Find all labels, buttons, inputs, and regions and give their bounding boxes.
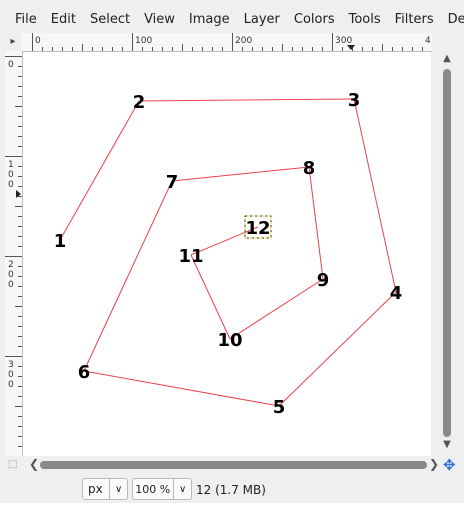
path-segment-7-8: [171, 166, 310, 182]
path-segment-2-3: [138, 98, 355, 102]
horizontal-ruler-ticks: 0 100 200 300 4: [32, 33, 431, 51]
menu-layer[interactable]: Layer: [237, 12, 287, 27]
menu-tools[interactable]: Tools: [342, 12, 388, 27]
point-label-2: 2: [133, 92, 146, 113]
status-info: 12 (1.7 MB): [196, 483, 266, 497]
unit-selector[interactable]: px ∨: [82, 478, 128, 500]
vertical-ruler[interactable]: 0 100 200 300: [5, 51, 23, 456]
zoom-value[interactable]: 100 %: [133, 483, 173, 496]
scroll-right-icon[interactable]: ❯: [428, 457, 440, 471]
scroll-left-icon[interactable]: ❮: [28, 457, 40, 471]
menu-filters[interactable]: Filters: [388, 12, 441, 27]
vruler-label-300: 300: [8, 360, 14, 390]
path-segment-3-4: [353, 98, 397, 293]
path-segment-10-11: [190, 254, 231, 340]
horizontal-scrollbar[interactable]: ❮ ❯: [28, 457, 440, 473]
horizontal-scroll-thumb[interactable]: [40, 461, 427, 469]
image-menu-button[interactable]: ▸: [5, 33, 21, 49]
menu-select[interactable]: Select: [83, 12, 137, 27]
menu-colors[interactable]: Colors: [287, 12, 342, 27]
hruler-label-200: 200: [235, 36, 252, 46]
menu-file[interactable]: File: [8, 12, 44, 27]
path-segment-4-5: [278, 291, 397, 407]
path-segment-8-9: [308, 166, 324, 280]
point-label-8: 8: [303, 158, 316, 179]
point-label-9: 9: [317, 270, 330, 291]
vertical-scrollbar[interactable]: ▲ ▼: [437, 53, 455, 452]
menu-debug[interactable]: Debug: [441, 12, 464, 27]
path-segment-6-7: [83, 180, 173, 372]
chevron-down-icon[interactable]: ∨: [109, 479, 127, 499]
point-label-7: 7: [166, 172, 179, 193]
hruler-label-300: 300: [335, 36, 352, 46]
quick-mask-toggle-icon[interactable]: ⬚: [8, 459, 17, 470]
vruler-label-0: 0: [8, 60, 14, 70]
point-label-11: 11: [178, 246, 203, 267]
vruler-label-200: 200: [8, 260, 14, 290]
point-label-6: 6: [78, 362, 91, 383]
canvas-drawing[interactable]: 12 3456789101112: [23, 52, 431, 456]
point-label-10: 10: [217, 330, 242, 351]
hruler-label-100: 100: [135, 36, 152, 46]
menu-edit[interactable]: Edit: [44, 12, 83, 27]
menu-arrow-icon: ▸: [10, 35, 16, 47]
hruler-label-400: 4: [425, 36, 431, 46]
vertical-scroll-thumb[interactable]: [443, 69, 451, 437]
point-label-12: 12: [245, 218, 270, 239]
scroll-up-icon[interactable]: ▲: [440, 53, 454, 65]
point-label-5: 5: [273, 397, 286, 418]
point-label-3: 3: [348, 90, 361, 111]
statusbar: px ∨ 100 % ∨ 12 (1.7 MB): [0, 474, 464, 504]
statusbar-bottom-edge: [0, 503, 464, 509]
point-label-4: 4: [390, 283, 403, 304]
hruler-pointer-icon: [347, 45, 355, 50]
path-segment-5-6: [83, 370, 280, 407]
zoom-selector[interactable]: 100 % ∨: [132, 478, 192, 500]
vruler-label-100: 100: [8, 160, 14, 190]
vertical-ruler-ticks: 0 1 0 0 2 0 0 3 0 0: [5, 56, 22, 447]
image-canvas[interactable]: 1 2 3 4 5 6 7 8 9 10 11 12: [23, 52, 431, 456]
navigate-icon[interactable]: ✥: [443, 456, 456, 474]
path-segment-9-10: [229, 278, 324, 340]
menu-image[interactable]: Image: [182, 12, 237, 27]
unit-value: px: [88, 482, 103, 496]
hruler-label-0: 0: [35, 36, 41, 46]
horizontal-ruler[interactable]: 0 100 200 300 4: [22, 33, 432, 52]
scroll-down-icon[interactable]: ▼: [440, 439, 454, 451]
path-segment-1-2: [59, 100, 140, 241]
vruler-labels: 0 1 0 0 2 0 0 3 0 0: [8, 60, 14, 390]
chevron-down-icon[interactable]: ∨: [173, 479, 191, 499]
point-label-1: 1: [54, 231, 67, 252]
menu-view[interactable]: View: [137, 12, 182, 27]
